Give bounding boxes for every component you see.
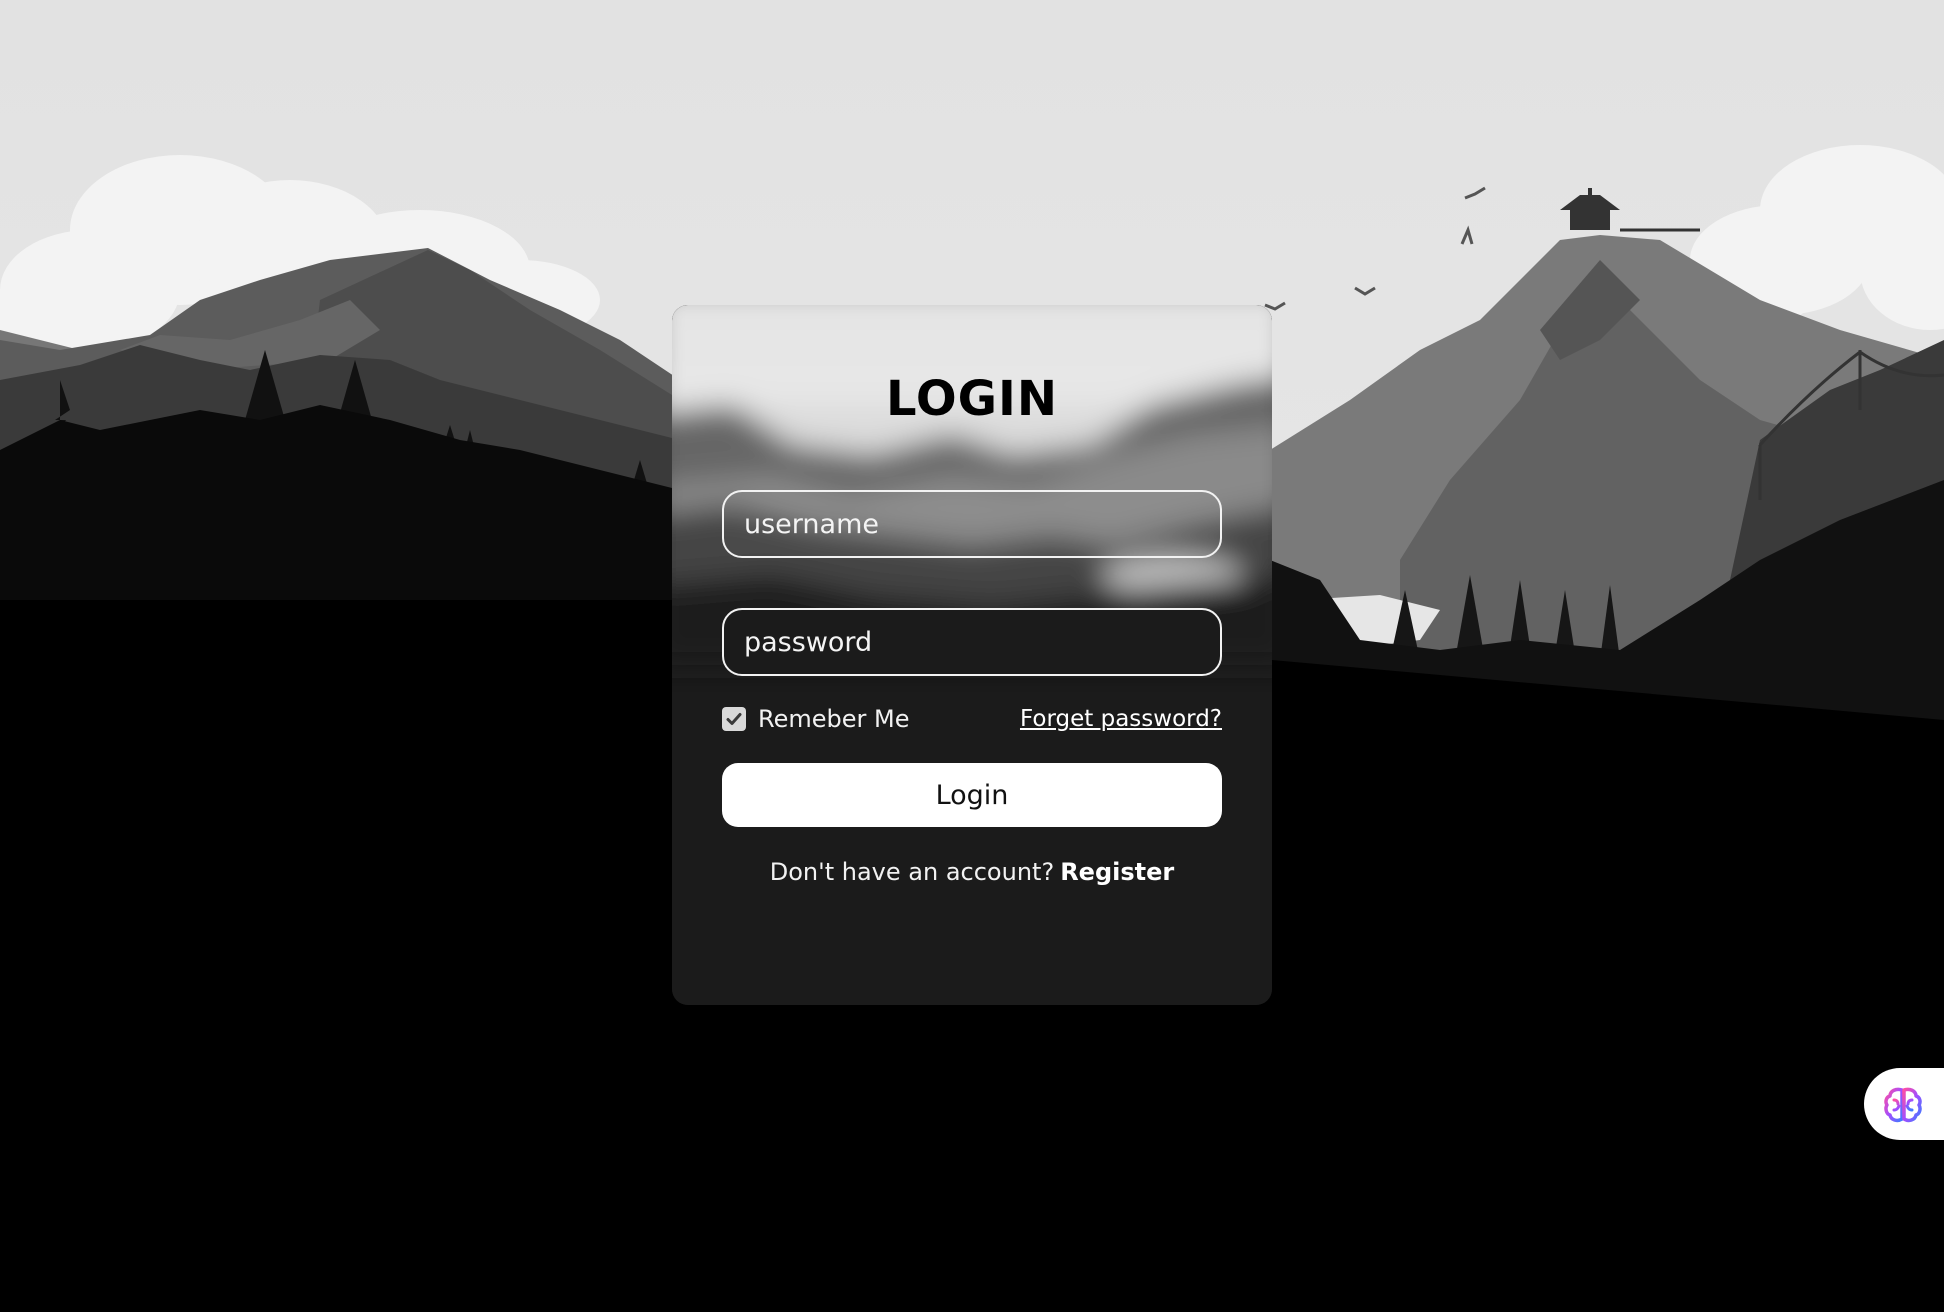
remember-forgot-row: Remeber Me Forget password?	[722, 703, 1222, 735]
password-input[interactable]	[724, 610, 1220, 674]
remember-me-checkbox[interactable]	[722, 707, 746, 731]
no-account-text: Don't have an account?	[769, 858, 1055, 886]
remember-me-option[interactable]: Remeber Me	[722, 703, 909, 735]
assistant-widget-button[interactable]	[1864, 1068, 1944, 1140]
register-link[interactable]: Register	[1060, 858, 1174, 886]
username-field-wrapper	[722, 490, 1222, 558]
password-field-wrapper	[722, 608, 1222, 676]
login-page: LOGIN Remeber Me Forget password?	[0, 0, 1944, 1312]
login-form: LOGIN Remeber Me Forget password?	[672, 305, 1272, 1005]
forgot-password-link[interactable]: Forget password?	[1020, 703, 1222, 735]
login-title: LOGIN	[885, 371, 1059, 427]
login-button[interactable]: Login	[722, 763, 1222, 827]
brain-icon	[1884, 1087, 1922, 1123]
username-input[interactable]	[724, 492, 1220, 556]
checkmark-icon	[726, 713, 742, 725]
register-prompt: Don't have an account? Register	[672, 858, 1272, 886]
remember-me-label: Remeber Me	[758, 705, 910, 733]
login-card: LOGIN Remeber Me Forget password?	[672, 305, 1272, 1005]
